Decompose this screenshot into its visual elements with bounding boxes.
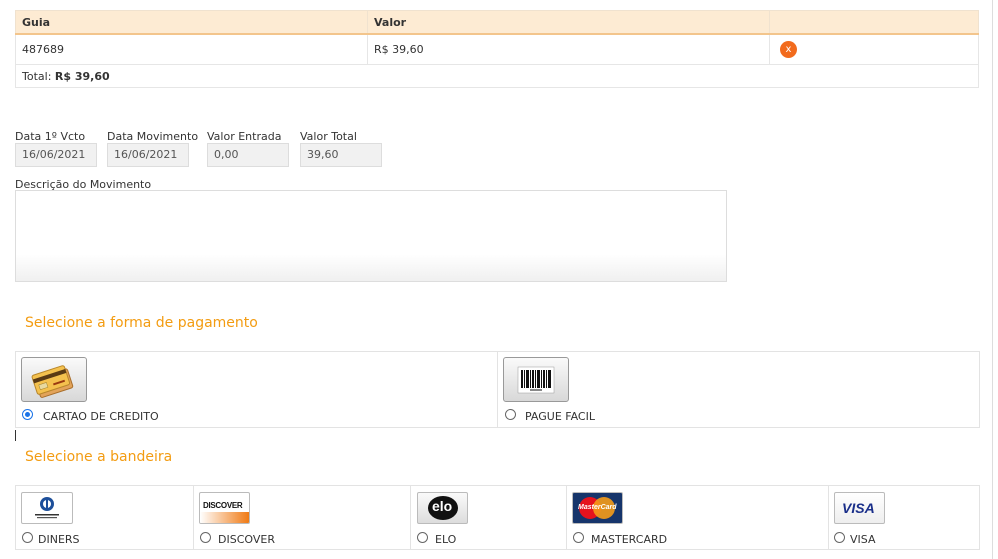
mastercard-label: MASTERCARD [591,533,668,546]
credit-card-label: CARTAO DE CREDITO [43,410,159,423]
total-row: Total: R$ 39,60 [15,64,979,88]
total-cell: Total: R$ 39,60 [15,64,979,88]
credit-card-radio[interactable] [22,409,33,420]
cell-valor: R$ 39,60 [367,33,770,65]
page-right-border [992,0,993,559]
credit-card-icon[interactable] [21,357,87,402]
text-cursor [15,430,16,441]
payment-method-title: Selecione a forma de pagamento [25,315,258,331]
diners-radio[interactable] [22,532,33,543]
column-header-valor: Valor [367,10,770,35]
guia-table: Guia Valor 487689 R$ 39,60 x Total: R$ 3… [15,10,979,88]
valor-total-field[interactable]: 39,60 [300,143,382,167]
brand-option-visa[interactable]: VISA VISA [828,485,980,550]
pague-facil-radio[interactable] [505,409,516,420]
valor-entrada-field[interactable]: 0,00 [207,143,289,167]
valor-total-label: Valor Total [300,130,357,143]
diners-label: DINERS [38,533,80,546]
barcode-icon[interactable] [503,357,569,402]
data-movimento-label: Data Movimento [107,130,199,143]
valor-entrada-label: Valor Entrada [207,130,282,143]
descricao-textarea[interactable] [15,190,727,282]
mastercard-logo[interactable]: MasterCard [572,492,623,524]
diners-club-logo[interactable] [21,492,73,524]
payment-option-credit-card[interactable]: CARTAO DE CREDITO [15,351,498,428]
visa-logo[interactable]: VISA [834,492,885,524]
pague-facil-label: PAGUE FACIL [525,410,595,423]
data-vcto-label: Data 1º Vcto [15,130,86,143]
brand-option-mastercard[interactable]: MasterCard MASTERCARD [566,485,829,550]
visa-radio[interactable] [834,532,845,543]
visa-label: VISA [850,533,876,546]
elo-radio[interactable] [417,532,428,543]
discover-logo[interactable]: DISCOVER [199,492,250,524]
brand-option-discover[interactable]: DISCOVER DISCOVER [193,485,411,550]
remove-row-icon[interactable]: x [780,41,797,58]
brand-option-elo[interactable]: elo ELO [410,485,567,550]
elo-label: ELO [435,533,457,546]
table-row: 487689 R$ 39,60 x [15,33,979,65]
discover-radio[interactable] [200,532,211,543]
data-movimento-field[interactable]: 16/06/2021 [107,143,189,167]
elo-logo[interactable]: elo [417,492,468,524]
mastercard-radio[interactable] [573,532,584,543]
discover-label: DISCOVER [218,533,275,546]
brand-option-diners[interactable]: DINERS [15,485,194,550]
cell-guia: 487689 [15,33,368,65]
payment-option-pague-facil[interactable]: PAGUE FACIL [497,351,980,428]
total-label: Total: [22,69,52,83]
column-header-actions [769,10,979,35]
cell-actions: x [769,33,979,65]
data-vcto-field[interactable]: 16/06/2021 [15,143,97,167]
column-header-guia: Guia [15,10,368,35]
table-header-row: Guia Valor [15,10,979,35]
brand-title: Selecione a bandeira [25,449,173,465]
total-value: R$ 39,60 [54,69,110,83]
